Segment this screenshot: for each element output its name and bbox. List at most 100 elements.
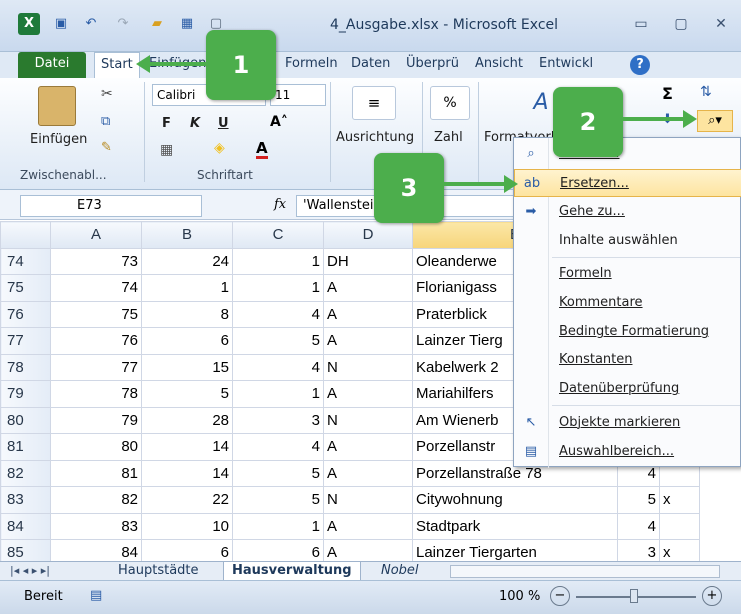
name-box[interactable]: E73 — [20, 195, 202, 217]
menu-item-data-validation[interactable]: Datenüberprüfung — [514, 375, 741, 403]
cell[interactable]: 78 — [50, 380, 142, 408]
sheet-nav-buttons[interactable]: |◂ ◂ ▸ ▸| — [10, 562, 50, 580]
sheet-tab-hauptstaedte[interactable]: Hauptstädte — [110, 562, 207, 581]
cell[interactable]: A — [323, 539, 413, 561]
tab-review[interactable]: Überprü — [400, 52, 465, 78]
undo-icon[interactable]: ↶ — [80, 13, 102, 35]
menu-item-comments[interactable]: Kommentare — [514, 289, 741, 317]
cell[interactable]: 75 — [50, 300, 142, 328]
tab-data[interactable]: Daten — [345, 52, 396, 78]
horizontal-scrollbar[interactable] — [450, 565, 720, 578]
cell[interactable]: 5 — [141, 380, 233, 408]
cell[interactable]: 4 — [617, 512, 660, 540]
zoom-out-button[interactable]: − — [550, 586, 570, 606]
row-header[interactable]: 76 — [0, 300, 51, 328]
cell[interactable]: 14 — [141, 459, 233, 487]
menu-item-selection-pane[interactable]: ▤ Auswahlbereich... — [514, 438, 741, 466]
menu-item-select-objects[interactable]: ↖ Objekte markieren — [514, 409, 741, 437]
row-header[interactable]: 77 — [0, 327, 51, 355]
cell[interactable] — [659, 512, 700, 540]
sheet-tab-nobel[interactable]: Nobel — [373, 562, 427, 581]
zoom-slider-thumb[interactable] — [630, 589, 638, 603]
paste-label[interactable]: Einfügen — [30, 132, 87, 147]
excel-logo-icon[interactable]: X — [18, 13, 40, 35]
tab-developer[interactable]: Entwickl — [533, 52, 599, 78]
cell[interactable]: 4 — [232, 433, 324, 461]
cell[interactable]: 4 — [232, 300, 324, 328]
cell[interactable]: 6 — [141, 539, 233, 561]
sum-icon[interactable]: Σ — [662, 84, 673, 103]
cell[interactable]: 80 — [50, 433, 142, 461]
menu-item-conditional-formatting[interactable]: Bedingte Formatierung — [514, 318, 741, 346]
cell[interactable]: N — [323, 486, 413, 514]
find-select-icon[interactable]: ⌕▾ — [697, 110, 733, 132]
cell[interactable]: 8 — [141, 300, 233, 328]
menu-item-find[interactable]: ⌕Suchen... — [514, 140, 741, 168]
cell[interactable]: 1 — [232, 380, 324, 408]
cell[interactable]: 22 — [141, 486, 233, 514]
border-icon[interactable]: ▦ — [160, 142, 173, 158]
cell[interactable]: 3 — [617, 539, 660, 561]
row-header[interactable]: 85 — [0, 539, 51, 561]
row-header[interactable]: 81 — [0, 433, 51, 461]
column-header[interactable]: D — [323, 221, 413, 249]
row-header[interactable]: 78 — [0, 353, 51, 381]
cell[interactable]: 10 — [141, 512, 233, 540]
cell[interactable]: A — [323, 380, 413, 408]
tab-view[interactable]: Ansicht — [469, 52, 529, 78]
cell[interactable]: 5 — [617, 486, 660, 514]
menu-item-goto-special[interactable]: Inhalte auswählen — [514, 227, 741, 255]
alignment-label[interactable]: Ausrichtung — [336, 130, 414, 145]
minimize-button[interactable]: ▭ — [628, 14, 654, 34]
column-header[interactable]: C — [232, 221, 324, 249]
bold-button[interactable]: F — [162, 116, 171, 131]
cell[interactable]: A — [323, 327, 413, 355]
cell[interactable]: 77 — [50, 353, 142, 381]
cell[interactable]: x — [659, 539, 700, 561]
row-header[interactable]: 80 — [0, 406, 51, 434]
cell[interactable]: A — [323, 433, 413, 461]
cell[interactable]: 1 — [141, 274, 233, 302]
cell[interactable]: 4 — [232, 353, 324, 381]
copy-icon[interactable]: ⧉ — [101, 114, 110, 129]
cell[interactable]: 1 — [232, 512, 324, 540]
insert-function-button[interactable]: fx — [274, 197, 286, 212]
open-folder-icon[interactable]: ▰ — [146, 13, 168, 35]
maximize-button[interactable]: ▢ — [668, 14, 694, 34]
close-button[interactable]: ✕ — [708, 14, 734, 34]
cell[interactable]: 84 — [50, 539, 142, 561]
menu-item-replace[interactable]: ab Ersetzen... — [514, 169, 741, 197]
cell[interactable]: DH — [323, 247, 413, 275]
row-header[interactable]: 82 — [0, 459, 51, 487]
fill-color-icon[interactable]: ◈ — [214, 140, 225, 156]
cell[interactable]: A — [323, 274, 413, 302]
cell[interactable]: Lainzer Tiergarten — [412, 539, 618, 561]
cell[interactable]: 5 — [232, 327, 324, 355]
cell[interactable]: 3 — [232, 406, 324, 434]
tab-formulas[interactable]: Formeln — [279, 52, 344, 78]
row-header[interactable]: 74 — [0, 247, 51, 275]
cell[interactable]: A — [323, 300, 413, 328]
cell[interactable]: A — [323, 512, 413, 540]
cell[interactable]: Citywohnung — [412, 486, 618, 514]
cell[interactable]: 76 — [50, 327, 142, 355]
select-all-corner[interactable] — [0, 221, 51, 249]
cell[interactable]: x — [659, 486, 700, 514]
menu-item-formulas[interactable]: Formeln — [514, 260, 741, 288]
tab-file[interactable]: Datei — [18, 52, 86, 78]
column-header[interactable]: A — [50, 221, 142, 249]
cell[interactable]: 5 — [232, 459, 324, 487]
cell[interactable]: 15 — [141, 353, 233, 381]
cell[interactable]: 6 — [141, 327, 233, 355]
number-format-icon[interactable]: % — [430, 86, 470, 120]
cell[interactable]: 83 — [50, 512, 142, 540]
chart-icon[interactable]: ▦ — [176, 13, 198, 35]
row-header[interactable]: 79 — [0, 380, 51, 408]
zoom-in-button[interactable]: + — [702, 586, 722, 606]
cell[interactable]: 28 — [141, 406, 233, 434]
save-icon[interactable]: ▣ — [50, 13, 72, 35]
cell[interactable]: 6 — [232, 539, 324, 561]
alignment-icon[interactable]: ≡ — [352, 86, 396, 120]
italic-button[interactable]: K — [190, 116, 200, 131]
row-header[interactable]: 75 — [0, 274, 51, 302]
